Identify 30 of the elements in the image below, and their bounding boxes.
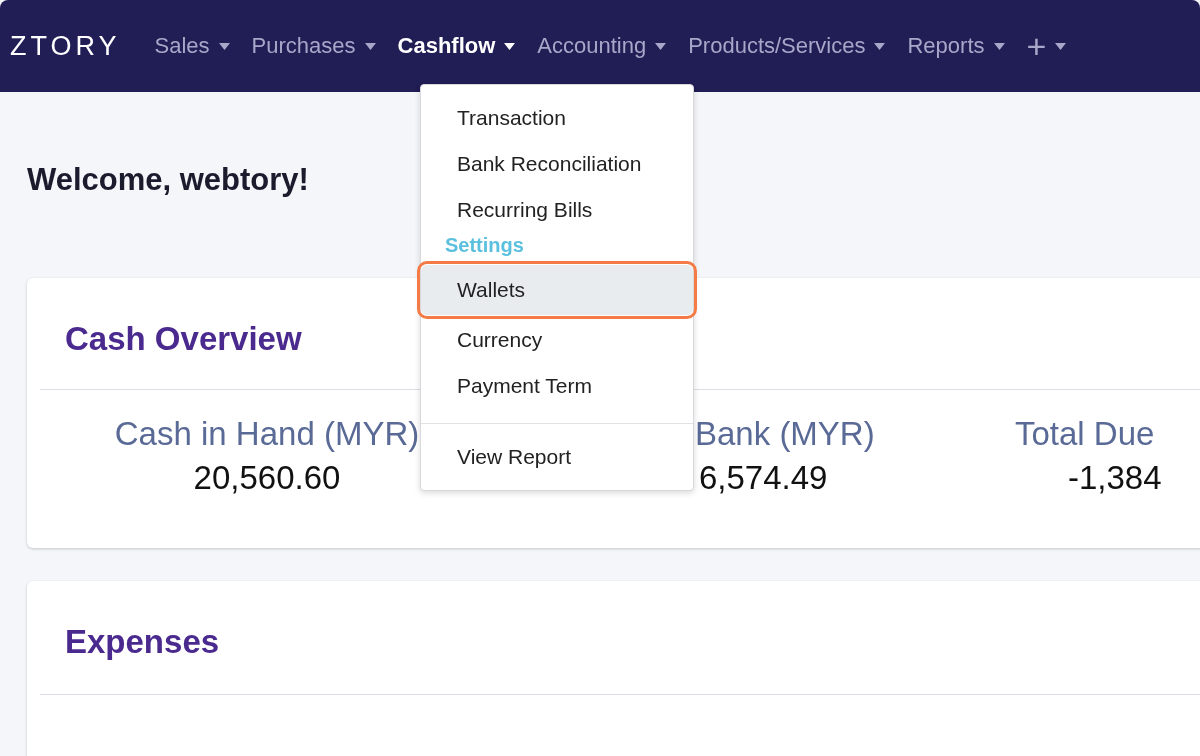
logo: ZTORY — [10, 30, 121, 62]
nav-menu[interactable]: Sales — [154, 33, 230, 59]
stat-label: Total Due — [1015, 415, 1156, 453]
welcome-heading: Welcome, webtory! — [27, 162, 309, 198]
caret-icon — [364, 42, 376, 50]
caret-icon — [655, 42, 667, 50]
stat-value: -1,384 — [1068, 459, 1163, 497]
stat-value: 20,560.60 — [193, 459, 341, 497]
menu-item[interactable]: Payment Term — [421, 363, 693, 409]
nav-menu[interactable]: + — [1026, 29, 1067, 63]
menu-item[interactable]: Currency — [421, 317, 693, 363]
nav-menu[interactable]: Purchases — [251, 33, 376, 59]
caret-icon — [218, 42, 230, 50]
menu-section-header: Settings — [444, 233, 525, 258]
card-title: Expenses — [40, 581, 1200, 695]
caret-icon — [993, 42, 1005, 50]
stat-value: 6,574.49 — [699, 459, 829, 497]
caret-icon — [874, 42, 886, 50]
stat-label: Bank (MYR) — [695, 415, 876, 453]
menu-item[interactable]: View Report — [421, 434, 693, 480]
menu-item[interactable]: Recurring Bills — [421, 187, 693, 233]
nav-menu[interactable]: Accounting — [537, 33, 667, 59]
nav-menu[interactable]: Cashflow — [397, 33, 516, 59]
menu-item[interactable]: Bank Reconciliation — [421, 141, 693, 187]
menu-item[interactable]: Transaction — [421, 95, 693, 141]
caret-icon — [504, 42, 516, 50]
stat-label: Cash in Hand (MYR) — [114, 415, 420, 453]
nav-menu[interactable]: Products/Services — [688, 33, 886, 59]
caret-icon — [1055, 42, 1067, 50]
nav-menu[interactable]: Reports — [907, 33, 1005, 59]
